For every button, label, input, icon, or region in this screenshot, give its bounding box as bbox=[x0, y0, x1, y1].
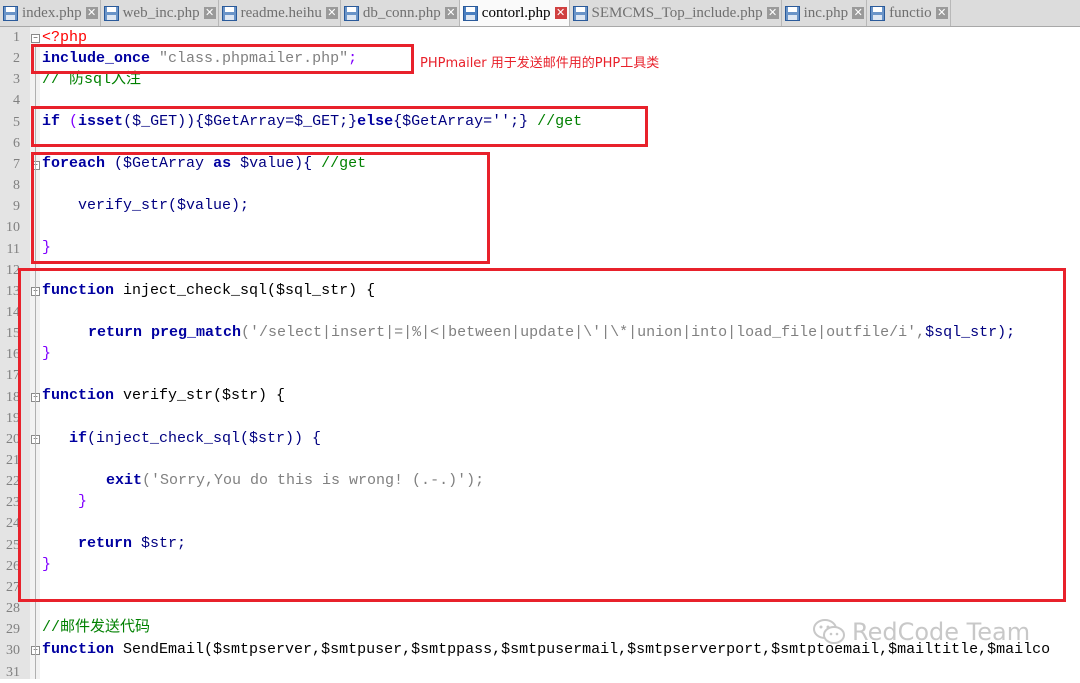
tab-functio[interactable]: functio ✕ bbox=[867, 0, 951, 26]
line-number: 15 bbox=[6, 326, 20, 342]
line-number: 17 bbox=[6, 368, 20, 384]
close-icon[interactable]: ✕ bbox=[852, 7, 865, 19]
line-number: 6 bbox=[13, 135, 20, 151]
code-line-29[interactable]: //邮件发送代码 bbox=[42, 617, 150, 638]
wechat-icon bbox=[813, 619, 845, 644]
save-file-icon bbox=[462, 5, 478, 21]
line-number: 10 bbox=[6, 220, 20, 236]
line-number: 12 bbox=[6, 262, 20, 278]
tab-label: index.php bbox=[22, 4, 82, 21]
line-number: 7 bbox=[13, 156, 20, 172]
tab-label: web_inc.php bbox=[122, 4, 200, 21]
close-icon[interactable]: ✕ bbox=[554, 7, 567, 19]
line-number: 14 bbox=[6, 304, 20, 320]
tab-db-conn-php[interactable]: db_conn.php ✕ bbox=[341, 0, 460, 26]
close-icon[interactable]: ✕ bbox=[766, 7, 779, 19]
line-number: 30 bbox=[6, 643, 20, 659]
tab-label: inc.php bbox=[803, 4, 849, 21]
close-icon[interactable]: ✕ bbox=[444, 7, 457, 19]
tab-contorl-php[interactable]: contorl.php ✕ bbox=[459, 0, 570, 26]
line-number: 8 bbox=[13, 178, 20, 194]
save-file-icon bbox=[343, 5, 359, 21]
close-icon[interactable]: ✕ bbox=[935, 7, 948, 19]
watermark-text: RedCode Team bbox=[852, 618, 1031, 646]
highlight-box-foreach bbox=[31, 152, 490, 264]
line-number: 19 bbox=[6, 410, 20, 426]
line-number: 29 bbox=[6, 622, 20, 638]
tab-label: contorl.php bbox=[481, 4, 551, 21]
tab-semcms-top-include-php[interactable]: SEMCMS_Top_include.php ✕ bbox=[570, 0, 782, 26]
tab-readme-heihu[interactable]: readme.heihu ✕ bbox=[219, 0, 341, 26]
line-number: 3 bbox=[13, 72, 20, 88]
tab-label: functio bbox=[889, 4, 932, 21]
line-number: 26 bbox=[6, 558, 20, 574]
line-number: 25 bbox=[6, 537, 20, 553]
tab-label: readme.heihu bbox=[240, 4, 322, 21]
tab-web-inc-php[interactable]: web_inc.php ✕ bbox=[101, 0, 219, 26]
tab-label: db_conn.php bbox=[362, 4, 441, 21]
line-number: 22 bbox=[6, 474, 20, 490]
line-number: 13 bbox=[6, 283, 20, 299]
tab-bar: index.php ✕ web_inc.php ✕ readme.heihu ✕ db_co… bbox=[0, 0, 1080, 27]
line-number: 24 bbox=[6, 516, 20, 532]
tab-index-php[interactable]: index.php ✕ bbox=[0, 0, 101, 26]
annotation-text: PHPmailer 用于发送邮件用的PHP工具类 bbox=[420, 56, 660, 71]
line-number: 21 bbox=[6, 453, 20, 468]
line-number: 11 bbox=[6, 241, 20, 257]
close-icon[interactable]: ✕ bbox=[203, 7, 216, 19]
save-file-icon bbox=[784, 5, 800, 21]
tab-inc-php[interactable]: inc.php ✕ bbox=[782, 0, 868, 26]
watermark: RedCode Team bbox=[812, 618, 1030, 646]
save-file-icon bbox=[221, 5, 237, 21]
save-file-icon bbox=[3, 5, 18, 21]
tab-label: SEMCMS_Top_include.php bbox=[591, 4, 763, 21]
save-file-icon bbox=[572, 5, 588, 21]
line-number: 31 bbox=[6, 664, 20, 680]
line-number: 28 bbox=[6, 601, 20, 617]
save-file-icon bbox=[870, 5, 886, 21]
line-number: 2 bbox=[13, 51, 20, 67]
highlight-box-get bbox=[31, 106, 648, 147]
fold-toggle-icon[interactable]: − bbox=[31, 34, 40, 43]
save-file-icon bbox=[103, 5, 119, 21]
line-number: 16 bbox=[6, 347, 20, 363]
line-number: 20 bbox=[6, 431, 20, 447]
line-number: 18 bbox=[6, 389, 20, 405]
line-number: 27 bbox=[6, 579, 20, 595]
line-number: 9 bbox=[13, 199, 20, 215]
line-number: 23 bbox=[6, 495, 20, 511]
line-number: 1 bbox=[13, 30, 20, 45]
close-icon[interactable]: ✕ bbox=[325, 7, 338, 19]
line-number: 4 bbox=[13, 93, 20, 109]
close-icon[interactable]: ✕ bbox=[85, 7, 98, 19]
highlight-box-functions bbox=[18, 268, 1066, 602]
highlight-box-include bbox=[31, 44, 414, 74]
line-number: 5 bbox=[13, 114, 20, 130]
